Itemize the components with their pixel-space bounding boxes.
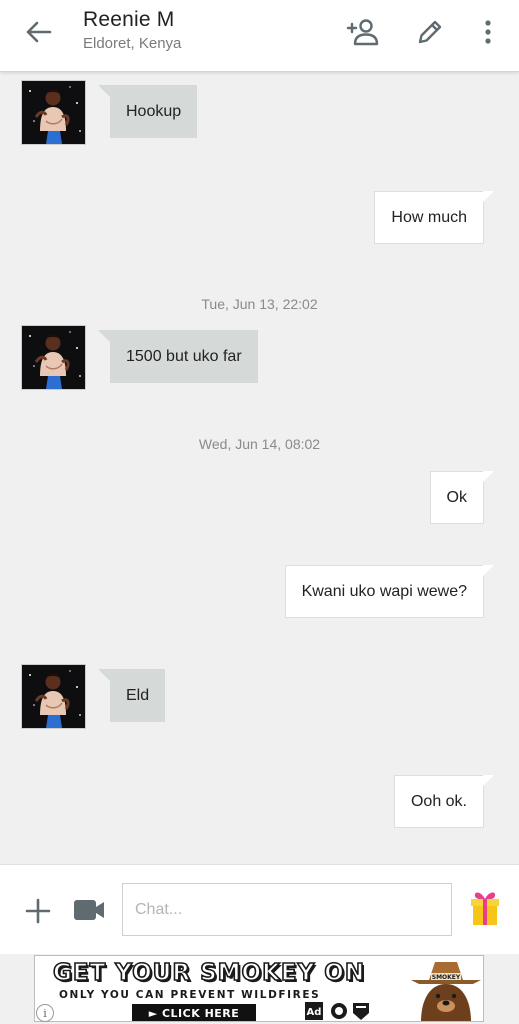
- more-options-button[interactable]: [476, 14, 500, 50]
- info-icon: i: [43, 1006, 47, 1020]
- add-person-button[interactable]: [343, 14, 383, 50]
- chat-input[interactable]: [122, 883, 452, 936]
- plus-icon: [25, 898, 51, 924]
- ad-council-mark: Ad: [307, 1007, 322, 1018]
- outgoing-message[interactable]: Kwani uko wapi wewe?: [284, 565, 495, 618]
- back-button[interactable]: [18, 14, 58, 50]
- timestamp: Wed, Jun 14, 08:02: [198, 436, 321, 452]
- ad-area: GET YOUR SMOKEY ON ONLY YOU CAN PREVENT …: [0, 954, 519, 1024]
- gift-icon: [471, 892, 499, 925]
- arrow-left-icon: [26, 21, 52, 43]
- incoming-message[interactable]: 1500 but uko far: [98, 330, 258, 383]
- contact-avatar[interactable]: [21, 80, 86, 145]
- gift-button[interactable]: [468, 889, 504, 929]
- outgoing-message[interactable]: How much: [374, 191, 494, 244]
- video-call-button[interactable]: [72, 897, 110, 925]
- contact-avatar[interactable]: [21, 325, 86, 390]
- incoming-message[interactable]: Hookup: [97, 85, 198, 138]
- contact-info[interactable]: Reenie M Eldoret, Kenya: [83, 8, 181, 52]
- smokey-hat-label: SMOKEY: [432, 974, 461, 981]
- contact-name: Reenie M: [83, 8, 175, 31]
- ad-subline: ONLY YOU CAN PREVENT WILDFIRES: [59, 989, 321, 1001]
- timestamp: Tue, Jun 13, 22:02: [201, 296, 318, 312]
- contact-avatar[interactable]: [21, 664, 86, 729]
- ad-banner[interactable]: GET YOUR SMOKEY ON ONLY YOU CAN PREVENT …: [34, 955, 484, 1022]
- ad-logos-icon: Ad: [305, 1002, 369, 1020]
- add-person-icon: [346, 19, 379, 46]
- add-attachment-button[interactable]: [22, 895, 54, 927]
- video-camera-icon: [74, 900, 104, 920]
- edit-button[interactable]: [412, 14, 448, 50]
- ad-headline: GET YOUR SMOKEY ON: [52, 959, 366, 987]
- message-composer: [0, 864, 519, 954]
- more-vertical-icon: [485, 20, 491, 44]
- contact-location: Eldoret, Kenya: [83, 35, 182, 52]
- ad-click-here-button[interactable]: ► CLICK HERE: [132, 1004, 256, 1021]
- chat-messages[interactable]: Hookup How much Tue, Jun 13, 22:02 1500 …: [0, 72, 519, 864]
- chat-header: Reenie M Eldoret, Kenya: [0, 0, 519, 72]
- outgoing-message[interactable]: Ooh ok.: [393, 775, 495, 828]
- incoming-message[interactable]: Eld: [97, 669, 166, 722]
- smokey-bear-icon: SMOKEY: [411, 962, 481, 1021]
- pencil-icon: [418, 20, 442, 44]
- outgoing-message[interactable]: Ok: [429, 471, 495, 524]
- ad-info-button[interactable]: i: [36, 1004, 54, 1022]
